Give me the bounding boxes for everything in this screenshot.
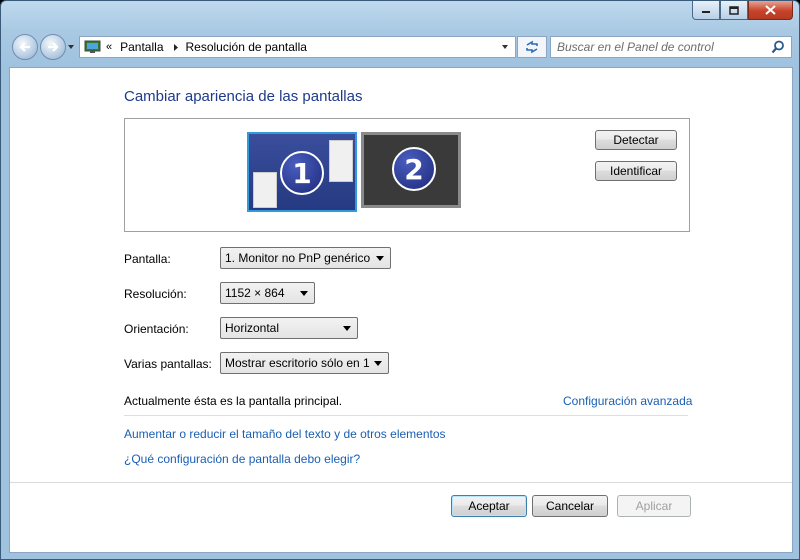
address-bar[interactable]: « Pantalla Resolución de pantalla (79, 36, 516, 58)
multiple-displays-label: Varias pantallas: (124, 357, 212, 371)
window: « Pantalla Resolución de pantalla Cambia… (0, 0, 800, 560)
detect-button[interactable]: Detectar (595, 130, 677, 150)
advanced-settings-link[interactable]: Configuración avanzada (563, 394, 692, 408)
multiple-displays-select-value: Mostrar escritorio sólo en 1 (225, 356, 370, 370)
multiple-displays-select[interactable]: Mostrar escritorio sólo en 1 (220, 352, 389, 374)
maximize-button[interactable] (720, 1, 748, 20)
orientation-select-value: Horizontal (225, 321, 280, 335)
minimize-button[interactable] (692, 1, 720, 20)
close-icon (765, 5, 776, 15)
navigation-bar: « Pantalla Resolución de pantalla (1, 33, 799, 61)
chevron-down-icon (343, 326, 351, 331)
apply-button[interactable]: Aplicar (617, 495, 691, 517)
identify-button[interactable]: Identificar (595, 161, 677, 181)
mini-window-icon (253, 172, 277, 208)
monitor-number-1: 1 (280, 151, 324, 195)
recent-pages-dropdown-icon[interactable] (67, 43, 75, 51)
search-box[interactable] (550, 36, 792, 58)
close-button[interactable] (748, 1, 793, 20)
monitor-icon (84, 40, 101, 53)
breadcrumb-overflow[interactable]: « (106, 41, 112, 53)
chevron-down-icon[interactable] (501, 43, 509, 51)
orientation-label: Orientación: (124, 322, 189, 336)
monitor-arrangement-area: 1 2 Detectar Identificar (124, 118, 690, 232)
divider (124, 415, 688, 416)
search-icon[interactable] (771, 40, 785, 54)
monitor-number-2: 2 (392, 147, 436, 191)
back-arrow-icon (19, 42, 30, 52)
resolution-select[interactable]: 1152 × 864 (220, 282, 315, 304)
back-button[interactable] (12, 34, 38, 60)
breadcrumb-item-resolucion[interactable]: Resolución de pantalla (186, 40, 307, 54)
display-select-value: 1. Monitor no PnP genérico (225, 251, 371, 265)
minimize-icon (702, 11, 710, 13)
orientation-select[interactable]: Horizontal (220, 317, 358, 339)
resolution-select-value: 1152 × 864 (225, 286, 285, 300)
monitor-1[interactable]: 1 (247, 132, 357, 212)
cancel-button[interactable]: Cancelar (532, 495, 608, 517)
forward-arrow-icon (48, 42, 59, 52)
page-title: Cambiar apariencia de las pantallas (124, 88, 363, 105)
breadcrumb-separator-icon[interactable] (172, 43, 180, 52)
chevron-down-icon (300, 291, 308, 296)
footer-divider (10, 482, 792, 483)
search-input[interactable] (551, 37, 769, 57)
forward-button[interactable] (40, 34, 66, 60)
text-size-link[interactable]: Aumentar o reducir el tamaño del texto y… (124, 427, 446, 441)
resolution-label: Resolución: (124, 287, 187, 301)
maximize-icon (729, 5, 739, 15)
which-settings-link[interactable]: ¿Qué configuración de pantalla debo eleg… (124, 452, 360, 466)
chevron-down-icon (374, 361, 382, 366)
chevron-down-icon (376, 256, 384, 261)
refresh-icon (526, 40, 538, 54)
monitor-2[interactable]: 2 (361, 132, 461, 208)
breadcrumb-item-pantalla[interactable]: Pantalla (120, 40, 163, 54)
content-pane: Cambiar apariencia de las pantallas 1 2 … (9, 67, 793, 553)
display-label: Pantalla: (124, 252, 171, 266)
ok-button[interactable]: Aceptar (451, 495, 527, 517)
mini-window-icon (329, 140, 353, 182)
refresh-button[interactable] (517, 36, 547, 58)
caption-buttons (692, 1, 793, 21)
primary-display-status: Actualmente ésta es la pantalla principa… (124, 394, 343, 408)
display-select[interactable]: 1. Monitor no PnP genérico (220, 247, 391, 269)
